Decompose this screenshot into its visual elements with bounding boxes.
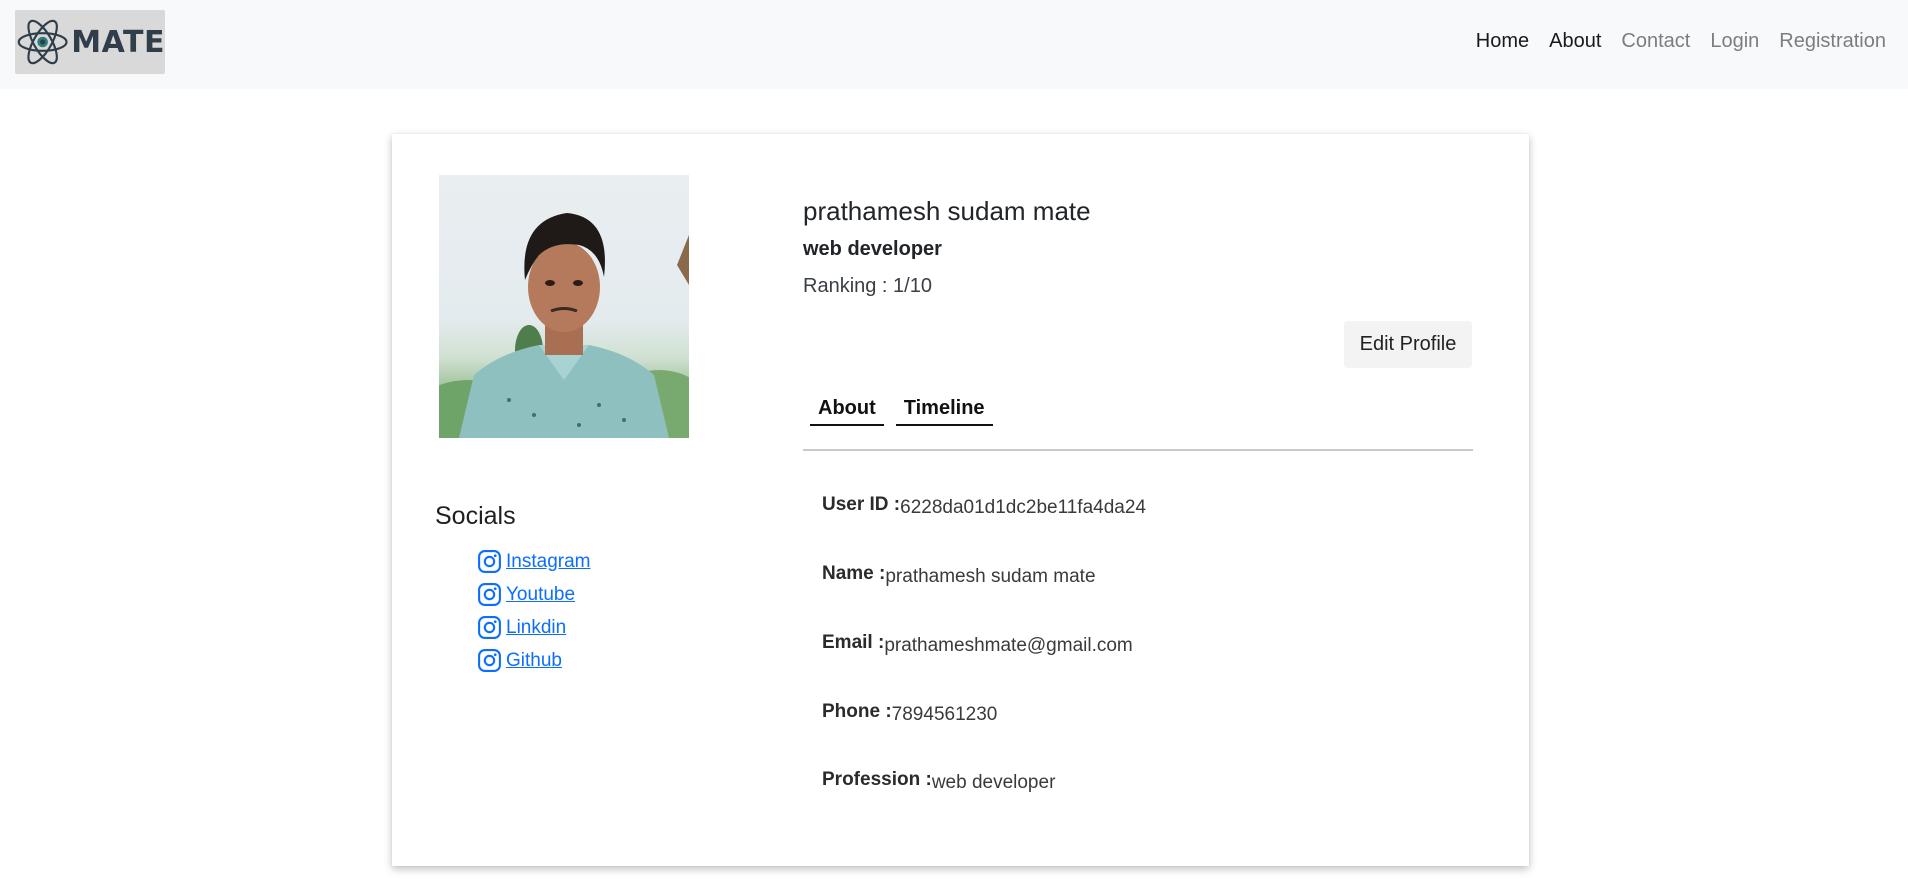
instagram-icon: [478, 616, 501, 639]
tabs-divider: [803, 449, 1473, 451]
info-label: Email :: [822, 632, 885, 653]
social-link-youtube[interactable]: Youtube: [477, 578, 590, 611]
social-link-github[interactable]: Github: [477, 644, 590, 677]
social-link-label[interactable]: Linkdin: [506, 617, 566, 639]
nav-login[interactable]: Login: [1700, 30, 1769, 53]
info-value: web developer: [931, 772, 1056, 793]
instagram-icon: [478, 550, 501, 573]
info-value: 6228da01d1dc2be11fa4da24: [900, 497, 1146, 518]
info-row-profession: Profession : web developer: [822, 766, 1056, 793]
info-value: prathamesh sudam mate: [885, 566, 1096, 587]
info-label: Profession :: [822, 769, 932, 790]
nav-about[interactable]: About: [1539, 30, 1611, 53]
socials-heading: Socials: [435, 502, 516, 530]
brand-logo[interactable]: MATE: [15, 10, 165, 74]
profile-photo-image: [439, 213, 689, 438]
main-nav: Home About Contact Login Registration: [1466, 30, 1896, 53]
profile-tabs: About Timeline: [810, 397, 1005, 426]
info-row-name: Name : prathamesh sudam mate: [822, 560, 1096, 587]
info-label: Name :: [822, 563, 886, 584]
social-link-instagram[interactable]: Instagram: [477, 545, 590, 578]
info-row-phone: Phone : 7894561230: [822, 698, 998, 725]
profile-ranking: Ranking : 1/10: [803, 275, 932, 297]
instagram-icon: [478, 649, 501, 672]
info-value: 7894561230: [891, 704, 998, 725]
tab-about[interactable]: About: [810, 397, 884, 426]
social-link-label[interactable]: Github: [506, 650, 562, 672]
profile-role: web developer: [803, 238, 942, 260]
nav-contact[interactable]: Contact: [1611, 30, 1700, 53]
social-link-label[interactable]: Youtube: [506, 584, 575, 606]
tab-timeline[interactable]: Timeline: [895, 397, 993, 426]
navbar: MATE Home About Contact Login Registrati…: [0, 0, 1908, 89]
edit-profile-button[interactable]: Edit Profile: [1344, 321, 1472, 368]
instagram-icon: [478, 583, 501, 606]
profile-photo: [439, 175, 689, 438]
atom-icon: [17, 19, 68, 65]
social-link-linkdin[interactable]: Linkdin: [477, 611, 590, 644]
profile-card: Socials Instagram Youtube Linkdin Github…: [392, 134, 1529, 866]
nav-registration[interactable]: Registration: [1769, 30, 1896, 53]
info-label: User ID :: [822, 494, 901, 515]
info-label: Phone :: [822, 701, 892, 722]
brand-name: MATE: [71, 24, 165, 60]
info-value: prathameshmate@gmail.com: [884, 635, 1133, 656]
social-link-label[interactable]: Instagram: [506, 551, 590, 573]
profile-name: prathamesh sudam mate: [803, 196, 1091, 226]
nav-home[interactable]: Home: [1466, 30, 1539, 53]
info-row-user-id: User ID : 6228da01d1dc2be11fa4da24: [822, 491, 1146, 518]
socials-list: Instagram Youtube Linkdin Github: [477, 545, 590, 677]
info-row-email: Email : prathameshmate@gmail.com: [822, 629, 1133, 656]
